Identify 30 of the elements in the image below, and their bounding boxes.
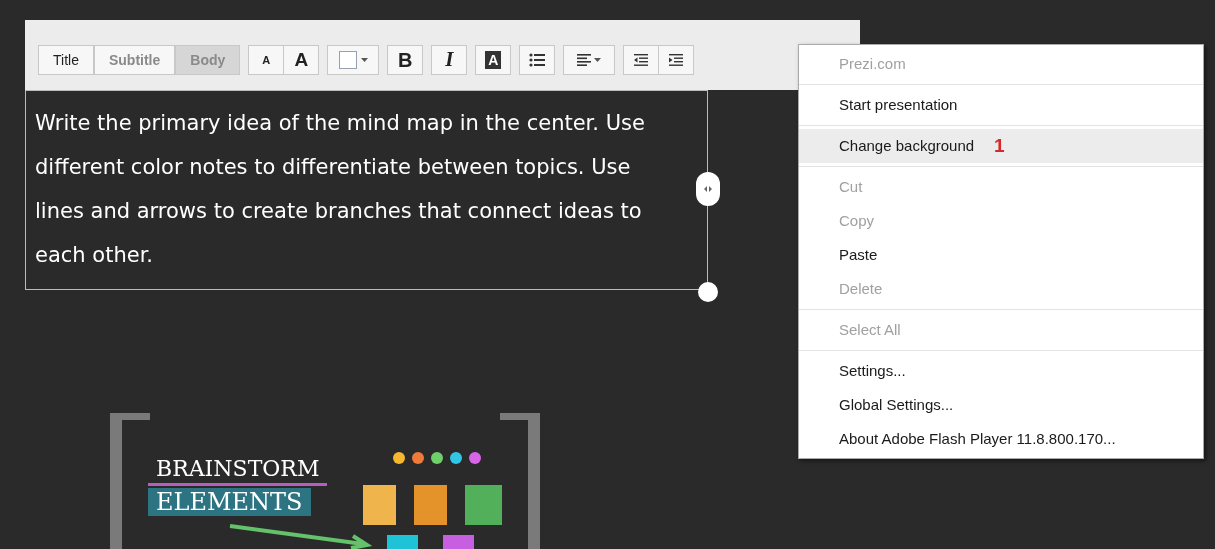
format-button[interactable]: A <box>248 45 285 75</box>
bullets-button[interactable] <box>519 45 556 75</box>
outdent-button[interactable] <box>623 45 660 75</box>
menu-item[interactable]: Settings... <box>799 354 1203 388</box>
menu-item[interactable]: Change background 1 <box>799 129 1203 163</box>
step-number: 1 <box>994 133 1005 158</box>
bullet-list-icon <box>529 53 546 67</box>
align-button[interactable] <box>563 45 616 75</box>
text-style-tab[interactable]: Title <box>38 45 94 75</box>
indent-icon <box>669 54 684 66</box>
color-button[interactable] <box>327 45 380 75</box>
menu-item[interactable]: Global Settings... <box>799 388 1203 422</box>
format-button[interactable]: A <box>283 45 320 75</box>
resize-handle[interactable] <box>696 172 720 206</box>
indent-button[interactable] <box>658 45 695 75</box>
corner-handle[interactable] <box>698 282 718 302</box>
menu-item[interactable]: Start presentation <box>799 88 1203 122</box>
align-left-icon <box>577 54 602 66</box>
body-text: Write the primary idea of the mind map in the center. Use different color notes to differentiate between topics. Use lines and arrows to create branches that connect ideas to each other. <box>35 110 646 269</box>
elements-title: ELEMENTS <box>148 488 311 516</box>
menu-item[interactable]: About Adobe Flash Player 11.8.800.170... <box>799 422 1203 456</box>
left-right-arrows-icon <box>704 186 712 192</box>
text-highlight-icon: A <box>485 51 502 69</box>
menu-item[interactable]: Paste <box>799 238 1203 272</box>
format-button[interactable]: B <box>387 45 424 75</box>
color-picker-icon <box>338 51 368 69</box>
format-button[interactable]: I <box>431 45 468 75</box>
outdent-icon <box>634 54 649 66</box>
text-box[interactable]: Write the primary idea of the mind map in the center. Use different color notes to differentiate between topics. Use lines and arrows to create branches that connect ideas to each other. <box>25 90 708 290</box>
highlight-button[interactable]: A <box>475 45 512 75</box>
